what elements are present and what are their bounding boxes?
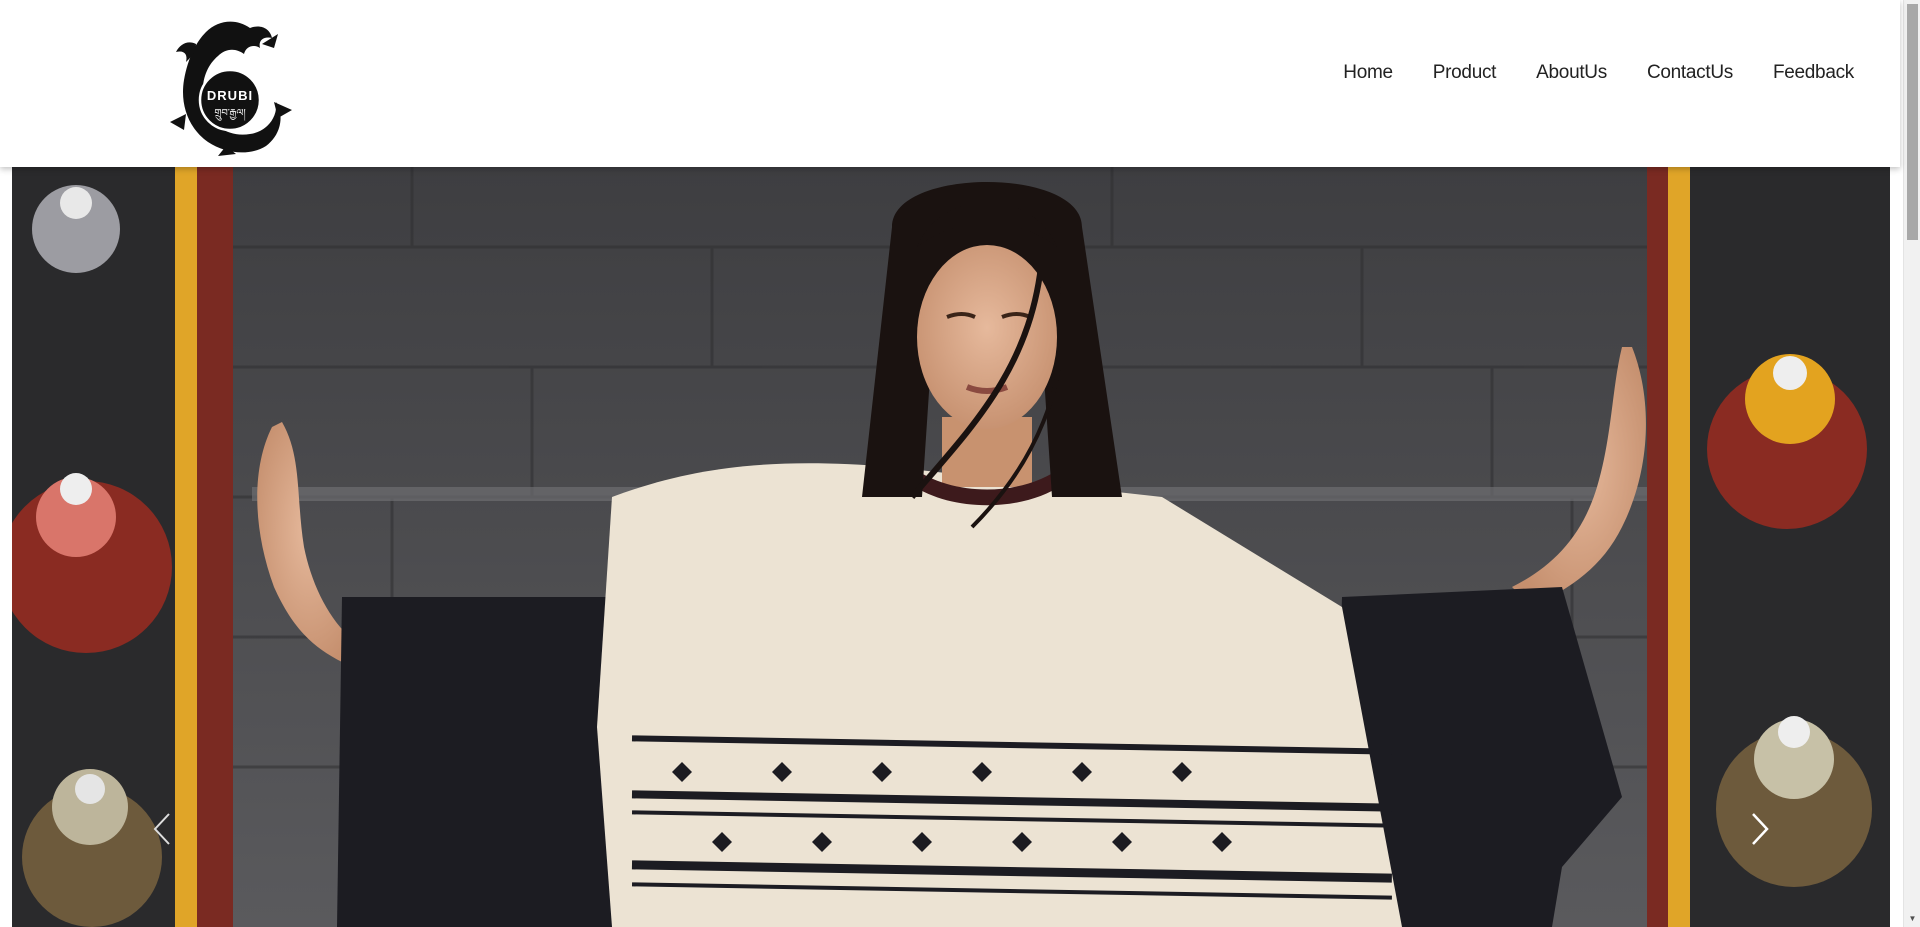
dragon-logo-icon: DRUBI གྲུབ་རྒྱལ།	[170, 21, 292, 156]
nav-item-product[interactable]: Product	[1413, 62, 1516, 84]
nav-item-home[interactable]: Home	[1323, 62, 1412, 84]
page-scrollbar[interactable]: ▼	[1903, 0, 1920, 927]
site-header: DRUBI གྲུབ་རྒྱལ། Home Product AboutUs Co…	[0, 0, 1900, 167]
nav-item-contactus[interactable]: ContactUs	[1627, 62, 1753, 84]
logo-latin-text: DRUBI	[207, 88, 253, 103]
brand-logo[interactable]: DRUBI གྲུབ་རྒྱལ།	[166, 14, 294, 156]
hero-photo-illustration	[12, 167, 1890, 927]
scrollbar-thumb[interactable]	[1907, 4, 1918, 240]
nav-item-feedback[interactable]: Feedback	[1753, 62, 1854, 84]
scroll-down-arrow-icon[interactable]: ▼	[1904, 910, 1920, 927]
carousel-prev-button[interactable]	[142, 807, 182, 851]
hero-carousel	[12, 167, 1890, 927]
chevron-right-icon	[1752, 813, 1769, 845]
main-nav: Home Product AboutUs ContactUs Feedback	[1323, 62, 1854, 84]
nav-item-aboutus[interactable]: AboutUs	[1516, 62, 1627, 84]
chevron-left-icon	[153, 813, 170, 845]
carousel-next-button[interactable]	[1740, 807, 1780, 851]
